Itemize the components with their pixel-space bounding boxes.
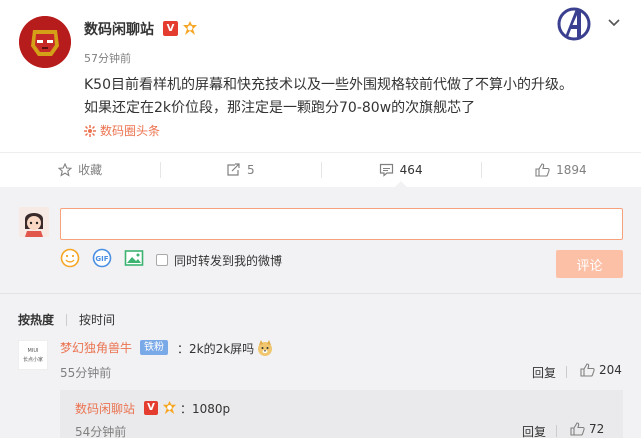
comment-text: ：2k的2k屏吗 bbox=[177, 339, 274, 357]
thumbs-up-icon bbox=[570, 422, 585, 436]
comment-section: GIF 同时转发到我的微博 评论 按热度 按时间 MIUI 长点小家 梦幻独角兽… bbox=[0, 187, 641, 438]
repost-count: 5 bbox=[247, 162, 255, 177]
forward-checkbox[interactable] bbox=[156, 254, 168, 266]
like-count: 1894 bbox=[556, 162, 587, 177]
comment-like-button[interactable]: 204 bbox=[580, 363, 622, 377]
favorite-label: 收藏 bbox=[78, 163, 103, 177]
reply-author-name[interactable]: 数码闲聊站 bbox=[75, 400, 135, 417]
topic-label: 数码圈头条 bbox=[100, 124, 161, 138]
like-button[interactable]: 1894 bbox=[480, 153, 641, 186]
achievement-icon bbox=[162, 400, 177, 415]
post-text-line: K50目前看样机的屏幕和快充技术以及一些外围规格较前代做了不算小的升级。 bbox=[84, 77, 573, 93]
comment-sort: 按热度 按时间 bbox=[18, 311, 115, 328]
action-divider bbox=[566, 366, 567, 378]
star-icon bbox=[58, 162, 73, 177]
reply-time: 54分钟前 bbox=[75, 425, 127, 438]
doge-emoji-icon bbox=[258, 340, 273, 356]
repost-button[interactable]: 5 bbox=[160, 153, 320, 186]
comment-text-body: ：2k的2k屏吗 bbox=[177, 341, 255, 356]
sort-by-time[interactable]: 按时间 bbox=[79, 311, 115, 328]
reply-text: ：1080p bbox=[180, 402, 231, 416]
comment-icon bbox=[379, 163, 393, 177]
post-action-bar: 收藏 5 464 1894 bbox=[0, 152, 641, 187]
action-divider bbox=[556, 425, 557, 437]
weibo-post: 数码闲聊站 V 57分钟前 K50目前看样机的屏幕和快充技术以及一些外围规格较前… bbox=[0, 0, 641, 150]
author-avatar[interactable] bbox=[19, 16, 71, 68]
sort-divider bbox=[66, 313, 68, 326]
comment-like-count: 204 bbox=[599, 363, 622, 377]
chevron-down-icon[interactable] bbox=[607, 15, 621, 29]
post-text-line: 如果还定在2k价位段，那注定是一颗跑分70-80w的次旗舰芯了 bbox=[84, 100, 476, 116]
gif-icon[interactable]: GIF bbox=[92, 248, 112, 272]
reply-button[interactable]: 回复 bbox=[532, 364, 556, 381]
reply-button[interactable]: 回复 bbox=[522, 423, 546, 438]
image-icon[interactable] bbox=[124, 248, 144, 272]
my-avatar[interactable] bbox=[19, 207, 49, 237]
author-name[interactable]: 数码闲聊站 bbox=[84, 19, 154, 39]
divider bbox=[0, 293, 641, 294]
post-text: K50目前看样机的屏幕和快充技术以及一些外围规格较前代做了不算小的升级。 如果还… bbox=[84, 74, 624, 120]
thumbs-up-icon bbox=[580, 363, 595, 377]
sub-reply: 数码闲聊站 V ：1080p 54分钟前 回复 72 bbox=[60, 390, 623, 438]
post-time[interactable]: 57分钟前 bbox=[84, 50, 131, 66]
comment-count: 464 bbox=[399, 162, 423, 177]
avengers-badge-icon[interactable] bbox=[555, 5, 593, 43]
commenter-avatar[interactable]: MIUI 长点小家 bbox=[18, 340, 48, 370]
commenter-name[interactable]: 梦幻独角兽牛 bbox=[60, 339, 132, 356]
gif-label: GIF bbox=[95, 255, 108, 263]
reply-like-button[interactable]: 72 bbox=[570, 422, 604, 436]
comment-input[interactable] bbox=[60, 208, 623, 240]
avatar-logo-text: 长点小家 bbox=[22, 357, 43, 363]
achievement-icon bbox=[182, 20, 198, 36]
submit-comment-button[interactable]: 评论 bbox=[556, 250, 623, 278]
avatar-logo-text: MIUI bbox=[27, 348, 39, 354]
reply-like-count: 72 bbox=[589, 422, 605, 436]
comment-button[interactable]: 464 bbox=[320, 153, 481, 187]
comment-time: 55分钟前 bbox=[60, 366, 112, 380]
sort-by-hot[interactable]: 按热度 bbox=[18, 311, 54, 328]
fan-badge: 铁粉 bbox=[140, 340, 168, 355]
thumbs-up-icon bbox=[535, 162, 550, 177]
composer-toolbar: GIF 同时转发到我的微博 bbox=[60, 248, 283, 272]
favorite-button[interactable]: 收藏 bbox=[0, 153, 160, 186]
forward-label: 同时转发到我的微博 bbox=[174, 253, 283, 268]
verified-icon: V bbox=[163, 21, 178, 36]
verified-icon: V bbox=[144, 401, 158, 415]
topic-icon bbox=[84, 124, 96, 137]
emoji-icon[interactable] bbox=[60, 248, 80, 272]
topic-link[interactable]: 数码圈头条 bbox=[84, 122, 160, 139]
repost-icon bbox=[227, 162, 240, 176]
